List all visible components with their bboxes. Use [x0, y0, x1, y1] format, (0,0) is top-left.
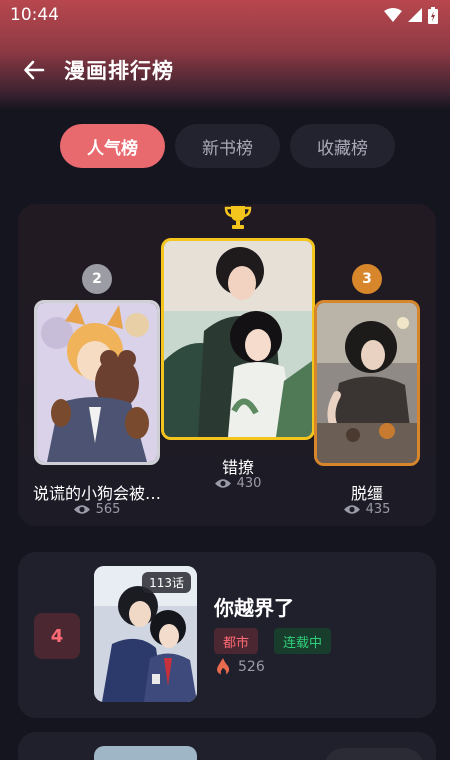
rank-badge-2: 2 — [82, 264, 112, 294]
list-item-button[interactable] — [324, 748, 424, 760]
podium-views-1: 430 — [161, 476, 315, 491]
view-count: 430 — [236, 476, 262, 491]
comic-cover-4[interactable]: 113话 — [94, 566, 197, 702]
eye-icon — [214, 479, 231, 488]
podium-views-3: 435 — [314, 502, 420, 517]
view-count: 565 — [95, 502, 121, 517]
eye-icon — [73, 505, 90, 514]
comic-cover-3[interactable] — [314, 300, 420, 466]
tab-favorites[interactable]: 收藏榜 — [290, 124, 395, 168]
signal-icon — [408, 8, 422, 22]
episode-count-badge: 113话 — [142, 572, 191, 593]
eye-icon — [343, 505, 360, 514]
app-bar: 漫画排行榜 — [0, 46, 450, 94]
heat-count: 526 — [216, 658, 265, 675]
list-item[interactable]: 4 113话 你越界了 都市 连载中 526 — [18, 552, 436, 718]
rank-number: 4 — [34, 613, 80, 659]
page-title: 漫画排行榜 — [64, 59, 174, 83]
back-button[interactable] — [12, 48, 56, 92]
battery-icon — [428, 6, 438, 24]
comic-title[interactable]: 你越界了 — [214, 592, 294, 621]
podium-title-3[interactable]: 脱缰 — [314, 480, 420, 504]
comic-cover-1[interactable] — [161, 238, 315, 440]
comic-cover-5[interactable] — [94, 746, 197, 760]
trophy-icon — [224, 206, 252, 229]
genre-tag: 都市 — [214, 628, 259, 654]
podium-views-2: 565 — [32, 502, 162, 517]
podium-title-2[interactable]: 说谎的小狗会被… — [32, 480, 162, 504]
list-item[interactable] — [18, 732, 436, 760]
arrow-left-icon — [24, 60, 45, 80]
tab-new-books[interactable]: 新书榜 — [175, 124, 280, 168]
rank-badge-3: 3 — [352, 264, 382, 294]
podium-title-1[interactable]: 错撩 — [161, 454, 315, 478]
status-icons — [384, 6, 438, 24]
ranking-tabs: 人气榜 新书榜 收藏榜 — [60, 124, 395, 168]
top-three-podium: 2 说谎的小狗会被… 565 错撩 430 3 脱缰 435 — [18, 204, 436, 526]
status-bar: 10:44 — [0, 0, 450, 30]
comic-cover-2[interactable] — [34, 300, 160, 465]
heat-value: 526 — [238, 658, 265, 675]
wifi-icon — [384, 8, 402, 22]
view-count: 435 — [365, 502, 391, 517]
tab-popularity[interactable]: 人气榜 — [60, 124, 165, 168]
status-tag: 连载中 — [274, 628, 332, 654]
status-time: 10:44 — [10, 5, 59, 25]
flame-icon — [217, 658, 230, 675]
